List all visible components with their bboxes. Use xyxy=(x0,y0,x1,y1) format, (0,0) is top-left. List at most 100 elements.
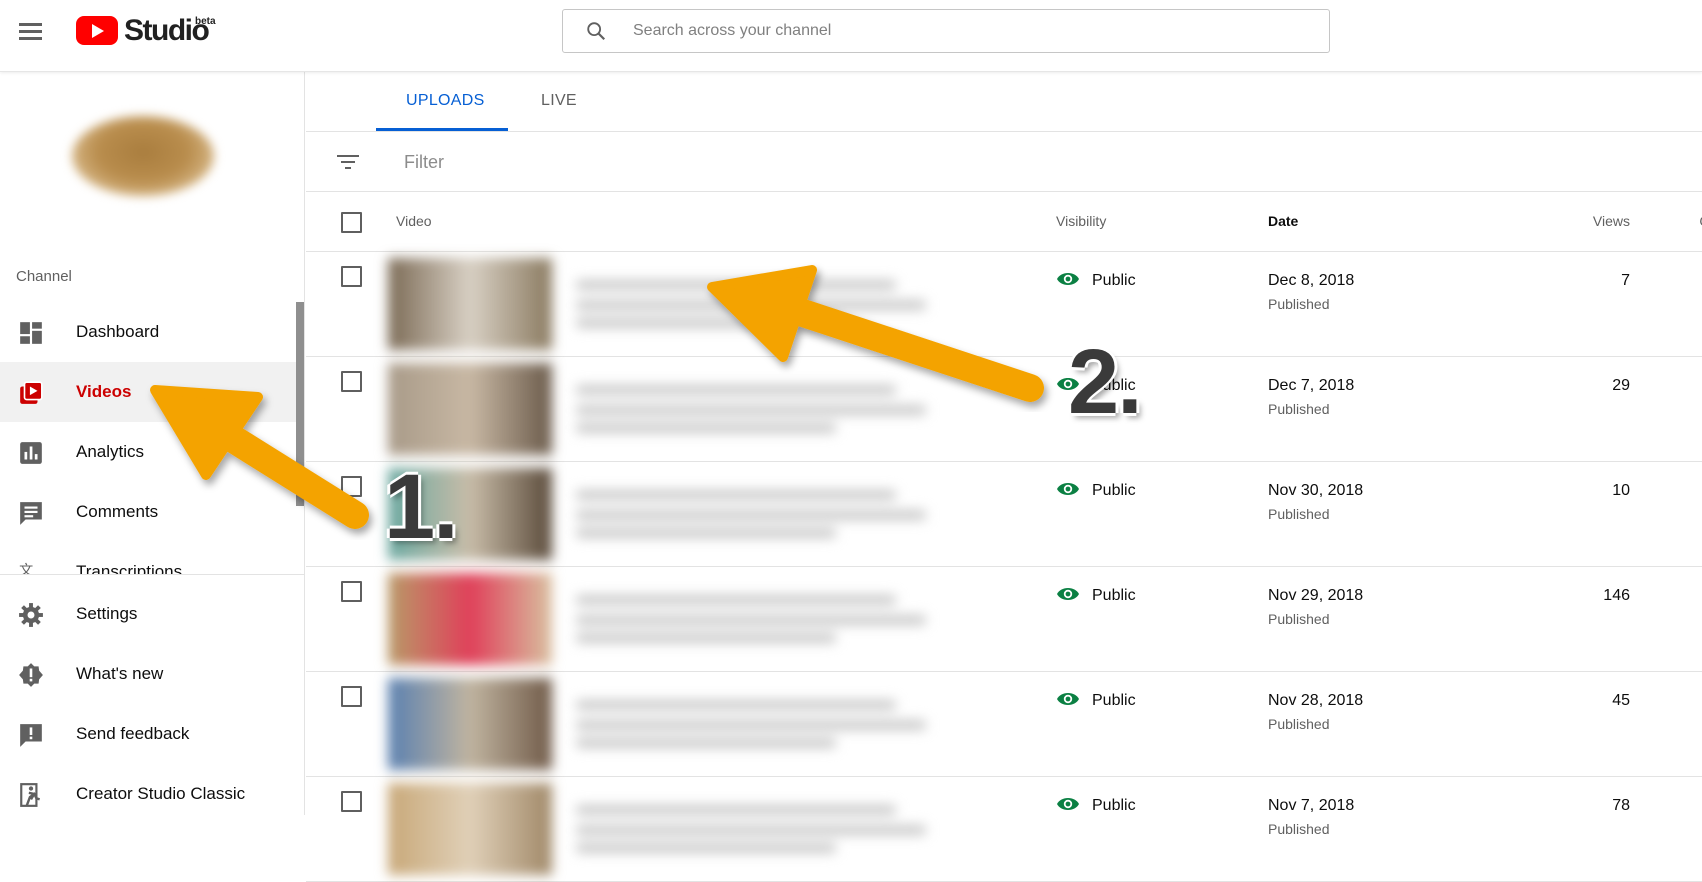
video-title-blurred[interactable] xyxy=(576,587,926,647)
videos-icon xyxy=(18,380,44,406)
sidebar-item-creator-studio-classic[interactable]: Creator Studio Classic xyxy=(0,764,298,824)
column-header-video: Video xyxy=(396,213,432,229)
transcriptions-icon: 文 A xyxy=(18,560,44,574)
table-row[interactable]: PublicNov 30, 2018Published100 xyxy=(306,462,1702,567)
eye-icon xyxy=(1056,690,1080,708)
filter-bar xyxy=(306,132,1702,192)
search-input[interactable] xyxy=(633,10,1313,52)
sidebar-divider xyxy=(0,574,305,575)
comments-icon xyxy=(18,500,44,526)
video-title-blurred[interactable] xyxy=(576,272,926,332)
sidebar-item-label: Transcriptions xyxy=(76,562,182,574)
select-all-checkbox[interactable] xyxy=(341,212,362,233)
table-row[interactable]: PublicDec 8, 2018Published70 xyxy=(306,252,1702,357)
visibility-label: Public xyxy=(1092,587,1136,605)
sidebar-item-label: What's new xyxy=(76,664,163,684)
video-title-blurred[interactable] xyxy=(576,377,926,437)
comments-count: 0 xyxy=(1506,797,1702,815)
step-1-label: 1. xyxy=(384,455,457,560)
sidebar-item-transcriptions[interactable]: 文 A Transcriptions xyxy=(0,542,298,574)
video-thumbnail[interactable] xyxy=(388,783,552,875)
date-value: Dec 8, 2018 xyxy=(1268,272,1354,290)
dashboard-icon xyxy=(18,320,44,346)
row-checkbox[interactable] xyxy=(341,791,362,812)
tab-uploads[interactable]: UPLOADS xyxy=(406,92,485,110)
publish-status: Published xyxy=(1268,296,1330,312)
video-thumbnail[interactable] xyxy=(388,573,552,665)
sidebar-item-send-feedback[interactable]: Send feedback xyxy=(0,704,298,764)
column-header-visibility[interactable]: Visibility xyxy=(1056,213,1106,229)
row-checkbox[interactable] xyxy=(341,581,362,602)
publish-status: Published xyxy=(1268,611,1330,627)
table-row[interactable]: PublicNov 7, 2018Published780 xyxy=(306,777,1702,882)
column-header-comments[interactable]: Comments xyxy=(1506,213,1702,229)
sidebar-item-dashboard[interactable]: Dashboard xyxy=(0,302,298,362)
date-value: Nov 28, 2018 xyxy=(1268,692,1363,710)
sidebar-scrollbar[interactable] xyxy=(296,302,304,506)
tab-bar: UPLOADS LIVE xyxy=(306,72,1702,132)
sidebar-item-label: Comments xyxy=(76,502,158,522)
row-checkbox[interactable] xyxy=(341,476,362,497)
eye-icon xyxy=(1056,795,1080,813)
date-value: Dec 7, 2018 xyxy=(1268,377,1354,395)
search-box[interactable] xyxy=(562,9,1330,53)
feedback-icon xyxy=(18,722,44,748)
date-value: Nov 7, 2018 xyxy=(1268,797,1354,815)
search-icon[interactable] xyxy=(585,20,607,42)
column-header-date[interactable]: Date xyxy=(1268,213,1298,229)
row-checkbox[interactable] xyxy=(341,686,362,707)
video-title-blurred[interactable] xyxy=(576,797,926,857)
eye-icon xyxy=(1056,270,1080,288)
active-tab-indicator xyxy=(376,128,508,131)
row-checkbox[interactable] xyxy=(341,371,362,392)
sidebar-nav: Dashboard Videos Analytics Comments xyxy=(0,72,298,574)
analytics-icon xyxy=(18,440,44,466)
eye-icon xyxy=(1056,585,1080,603)
sidebar-item-videos[interactable]: Videos xyxy=(0,362,298,422)
main-content: UPLOADS LIVE Video Visibility Date Views… xyxy=(306,72,1702,815)
video-thumbnail[interactable] xyxy=(388,678,552,770)
publish-status: Published xyxy=(1268,506,1330,522)
table-row[interactable]: PublicDec 7, 2018Published290 xyxy=(306,357,1702,462)
comments-count: 0 xyxy=(1506,587,1702,605)
gear-icon xyxy=(18,602,44,628)
sidebar-item-whats-new[interactable]: What's new xyxy=(0,644,298,704)
whats-new-icon xyxy=(18,662,44,688)
date-value: Nov 30, 2018 xyxy=(1268,482,1363,500)
sidebar-item-analytics[interactable]: Analytics xyxy=(0,422,298,482)
table-header: Video Visibility Date Views Comments xyxy=(306,192,1702,252)
video-thumbnail[interactable] xyxy=(388,363,552,455)
comments-count: 0 xyxy=(1506,272,1702,290)
video-thumbnail[interactable] xyxy=(388,258,552,350)
visibility-label: Public xyxy=(1092,797,1136,815)
row-checkbox[interactable] xyxy=(341,266,362,287)
table-row[interactable]: PublicNov 28, 2018Published450 xyxy=(306,672,1702,777)
sidebar-item-label: Dashboard xyxy=(76,322,159,342)
sidebar: Channel Dashboard Videos Analytics xyxy=(0,72,305,815)
video-title-blurred[interactable] xyxy=(576,692,926,752)
filter-icon[interactable] xyxy=(336,150,360,174)
tab-live[interactable]: LIVE xyxy=(541,92,577,110)
date-value: Nov 29, 2018 xyxy=(1268,587,1363,605)
comments-count: 0 xyxy=(1506,692,1702,710)
youtube-play-icon xyxy=(76,16,118,45)
sidebar-item-label: Analytics xyxy=(76,442,144,462)
visibility-label: Public xyxy=(1092,692,1136,710)
comments-count: 0 xyxy=(1506,482,1702,500)
video-title-blurred[interactable] xyxy=(576,482,926,542)
sidebar-item-label: Creator Studio Classic xyxy=(76,784,245,804)
beta-badge: beta xyxy=(195,16,216,27)
comments-count: 0 xyxy=(1506,377,1702,395)
svg-text:文: 文 xyxy=(19,563,33,574)
table-row[interactable]: PublicNov 29, 2018Published1460 xyxy=(306,567,1702,672)
step-2-label: 2. xyxy=(1068,330,1141,435)
publish-status: Published xyxy=(1268,821,1330,837)
visibility-label: Public xyxy=(1092,272,1136,290)
sidebar-item-settings[interactable]: Settings xyxy=(0,584,298,644)
sidebar-item-comments[interactable]: Comments xyxy=(0,482,298,542)
exit-classic-icon xyxy=(18,782,44,808)
filter-input[interactable] xyxy=(404,146,1004,178)
publish-status: Published xyxy=(1268,401,1330,417)
visibility-label: Public xyxy=(1092,482,1136,500)
hamburger-menu-icon[interactable] xyxy=(14,16,48,46)
